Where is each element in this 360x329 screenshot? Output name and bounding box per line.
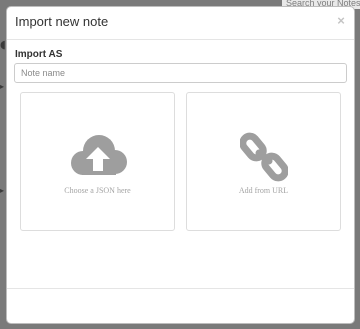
import-as-label: Import AS (15, 49, 63, 60)
dialog-footer-divider (7, 288, 354, 289)
dialog-header: Import new note × (7, 7, 354, 40)
choose-json-option[interactable]: Choose a JSON here (20, 92, 175, 231)
note-name-input[interactable] (14, 63, 347, 83)
choose-json-label: Choose a JSON here (64, 186, 131, 195)
link-icon (187, 131, 340, 182)
background-fragment: ▸ (0, 82, 5, 91)
add-from-url-label: Add from URL (238, 186, 289, 195)
add-from-url-option[interactable]: Add from URL (186, 92, 341, 231)
background-fragment: ▸ (0, 186, 5, 195)
close-button[interactable]: × (335, 14, 347, 28)
import-note-dialog: Import new note × Import AS Choose a JSO… (6, 6, 355, 324)
cloud-upload-icon (21, 131, 174, 179)
background-fragment: ◖ (0, 38, 6, 51)
dialog-title: Import new note (15, 14, 109, 29)
modal-backdrop[interactable]: Search your Notes ◖ ▸ ▸ Import new note … (0, 0, 360, 329)
